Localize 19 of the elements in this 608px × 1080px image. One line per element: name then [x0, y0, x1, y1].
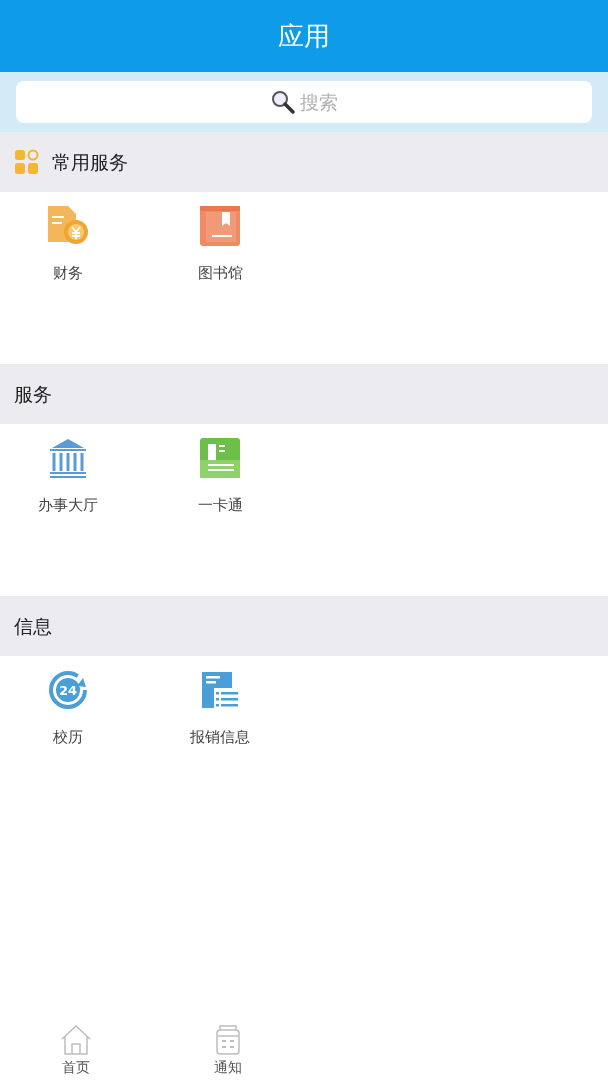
- book-icon: [198, 204, 242, 248]
- id-card-icon: [198, 436, 242, 480]
- section-title: 常用服务: [52, 149, 128, 175]
- section-title: 信息: [14, 613, 52, 639]
- search-field[interactable]: 搜索: [16, 81, 592, 123]
- app-shortcut[interactable]: 一卡通: [152, 424, 288, 534]
- home-icon: [59, 1023, 93, 1057]
- grid-icon: [14, 149, 40, 175]
- section-title: 服务: [14, 381, 52, 407]
- calendar-cycle-icon: 24: [46, 668, 90, 712]
- tab-bar-item[interactable]: 通知: [152, 1016, 304, 1080]
- app-shortcut[interactable]: 报销信息: [152, 656, 288, 766]
- app-shortcut[interactable]: 财务: [0, 192, 136, 302]
- search-icon: [270, 89, 296, 115]
- app-shortcut[interactable]: 24 校历: [0, 656, 136, 766]
- tab-bar-item[interactable]: 首页: [0, 1016, 152, 1080]
- app-shortcut[interactable]: 图书馆: [152, 192, 288, 302]
- app-shortcut[interactable]: 办事大厅: [0, 424, 136, 534]
- page-title: 应用: [278, 19, 330, 53]
